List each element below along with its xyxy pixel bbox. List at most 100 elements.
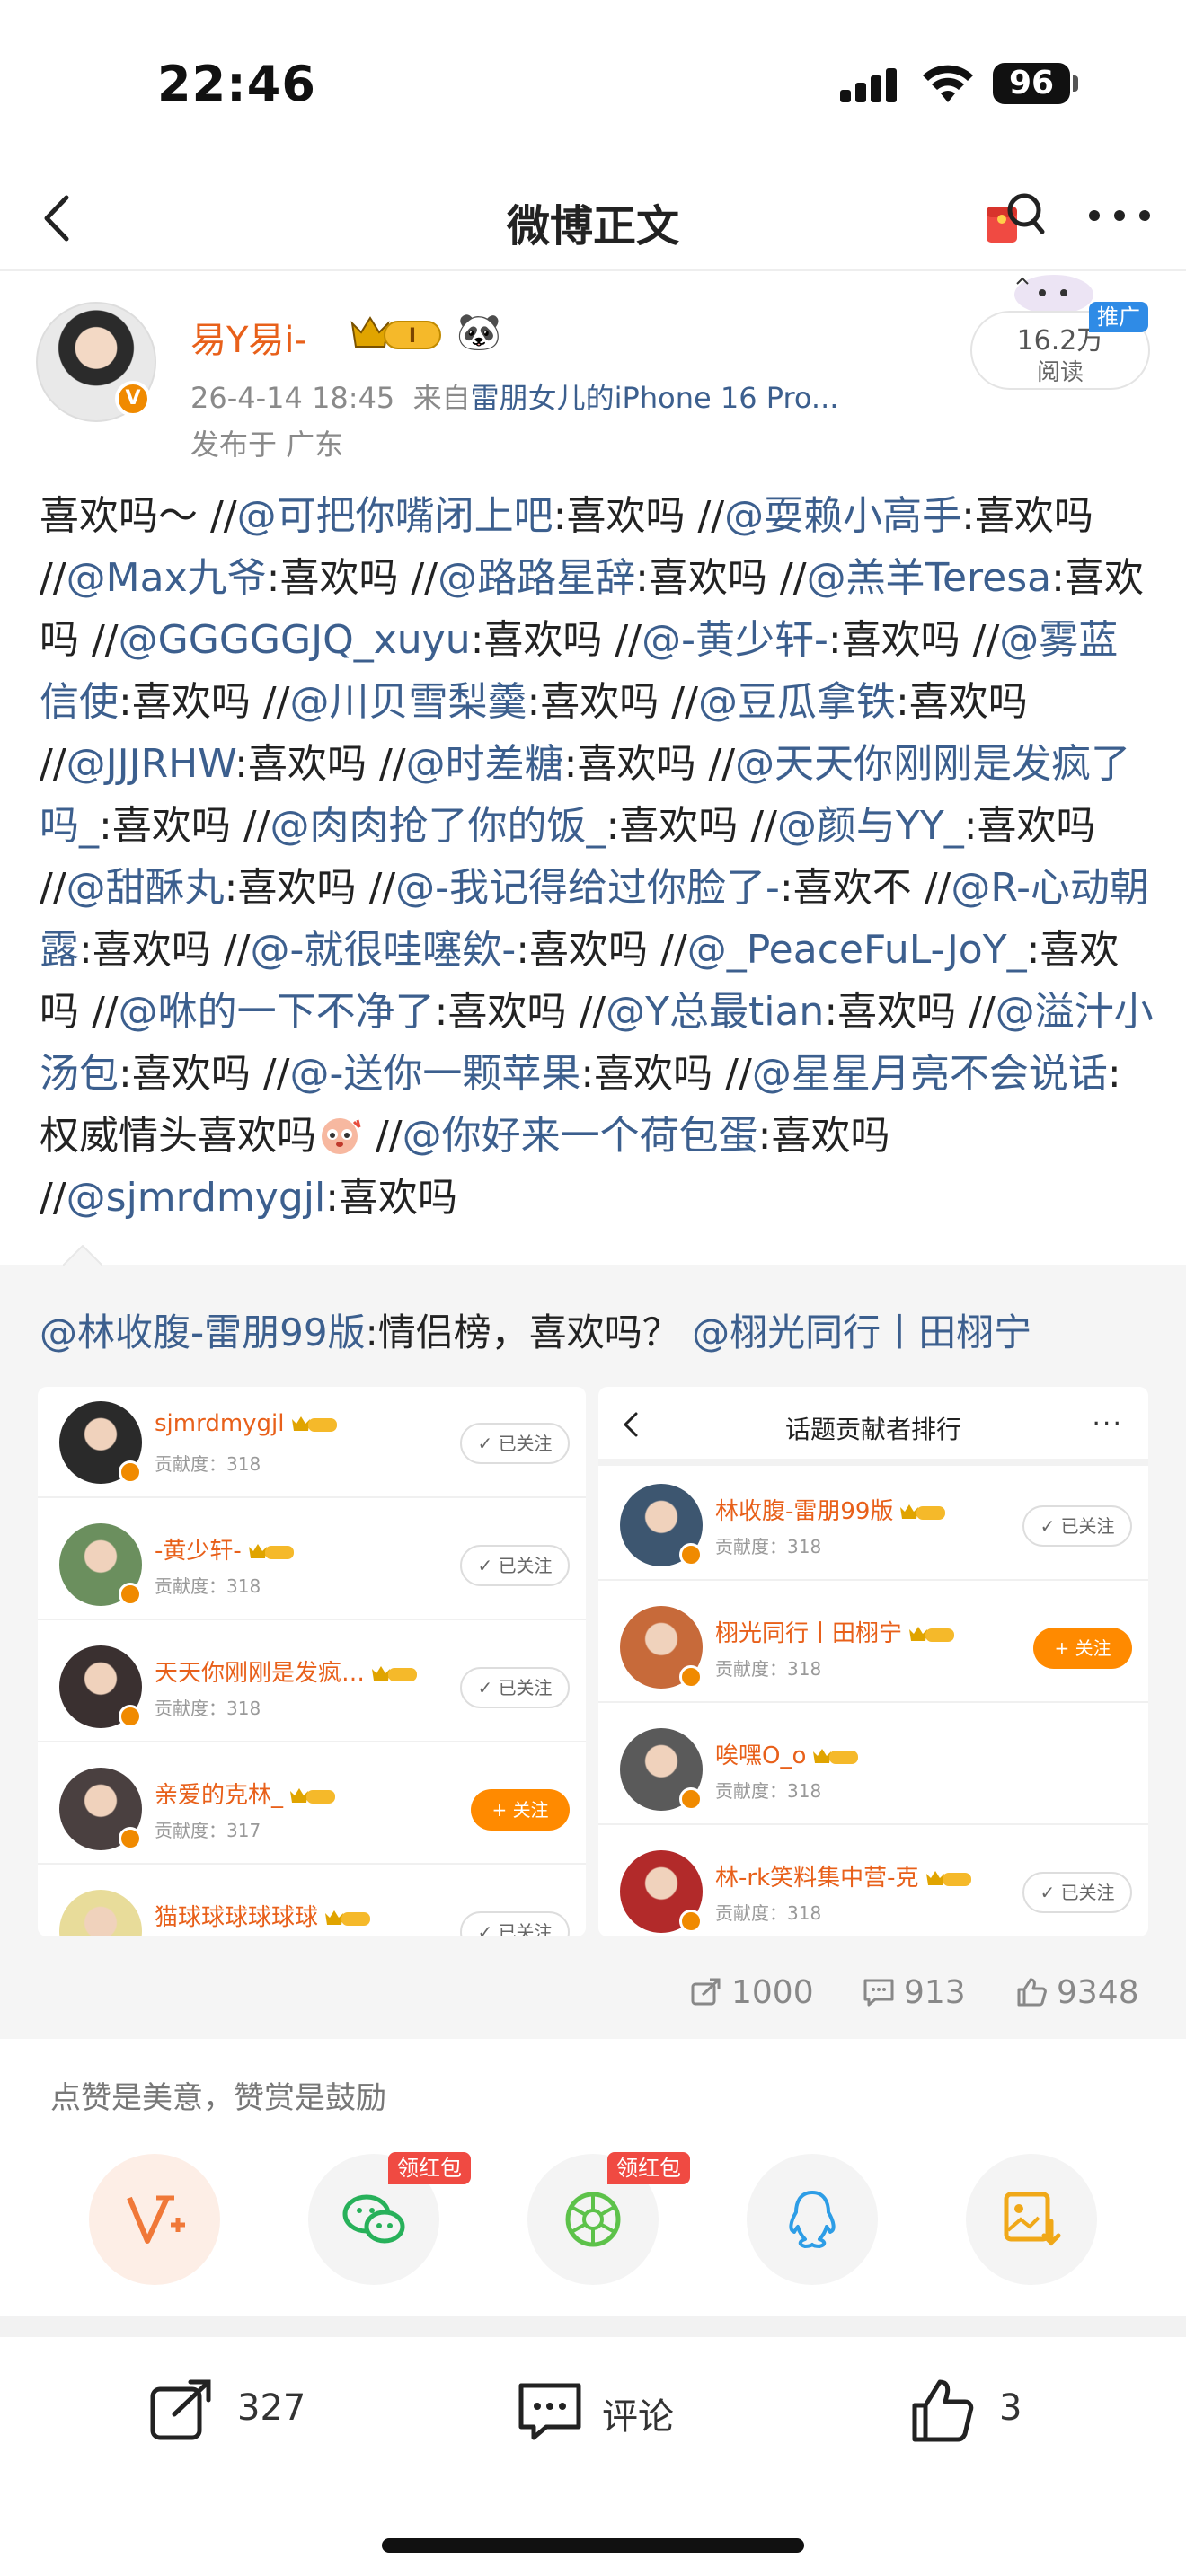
repost-icon bbox=[691, 1978, 721, 2006]
mention-link[interactable]: @-就很哇噻欸- bbox=[250, 927, 516, 973]
share-qq-button[interactable] bbox=[747, 2154, 878, 2285]
mention-link[interactable]: @甜酥丸 bbox=[66, 865, 225, 911]
mention-link[interactable]: @耍赖小高手 bbox=[724, 493, 961, 539]
follow-button-label: 已关注 bbox=[1060, 1882, 1115, 1903]
post-location: 发布于 广东 bbox=[190, 428, 344, 462]
check-icon: ✓ bbox=[477, 1433, 499, 1454]
like-button-count: 3 bbox=[999, 2387, 1022, 2429]
post-text: :喜欢吗 // bbox=[224, 865, 396, 911]
leaderboard-score: 贡献度：318 bbox=[155, 1698, 261, 1719]
post-text: :喜欢吗 // bbox=[516, 927, 687, 973]
followed-button: ✓ 已关注 bbox=[460, 1423, 570, 1464]
bottom-toolbar: 327 评论 3 bbox=[0, 2337, 1186, 2490]
mention-link[interactable]: @-黄少轩- bbox=[642, 617, 828, 663]
moments-hongbao-tag: 领红包 bbox=[607, 2152, 690, 2184]
post-text: :喜欢吗 // bbox=[266, 555, 438, 601]
like-count[interactable]: 9348 bbox=[1015, 1974, 1139, 2011]
leaderboard-name-text: sjmrdmygjl bbox=[155, 1410, 285, 1437]
plus-icon: + bbox=[1054, 1637, 1075, 1659]
post-body: 喜欢吗～ //@可把你嘴闭上吧:喜欢吗 //@耍赖小高手:喜欢吗 //@Max九… bbox=[40, 485, 1154, 1229]
mention-link[interactable]: @豆瓜拿铁 bbox=[698, 679, 896, 725]
repost-count[interactable]: 1000 bbox=[690, 1974, 814, 2011]
leaderboard-name-text: 林收腹-雷朋99版 bbox=[715, 1498, 894, 1525]
repost-count-value: 1000 bbox=[731, 1974, 814, 2011]
wechat-icon bbox=[342, 2194, 405, 2244]
plus-icon: + bbox=[491, 1799, 513, 1821]
repost-mention-2[interactable]: @栩光同行丨田栩宁 bbox=[692, 1310, 1031, 1354]
mention-link[interactable]: @你好来一个荷包蛋 bbox=[403, 1113, 758, 1159]
vip-crown-badge-icon bbox=[813, 1749, 859, 1764]
post-text: :喜欢吗 // bbox=[635, 555, 807, 601]
repost-mention-1[interactable]: @林收腹-雷朋99版 bbox=[40, 1310, 366, 1354]
vip-crown-badge-icon bbox=[372, 1666, 418, 1681]
section-divider bbox=[0, 2316, 1186, 2337]
mention-link[interactable]: @GGGGGJQ_xuyu bbox=[119, 617, 471, 663]
comment-button[interactable]: 评论 bbox=[516, 2373, 713, 2445]
post-datetime: 26-4-14 18:45 bbox=[190, 381, 395, 415]
leaderboard-more-icon: ··· bbox=[1092, 1408, 1123, 1440]
repost-button[interactable]: 327 bbox=[147, 2373, 309, 2445]
save-image-icon bbox=[1004, 2192, 1061, 2246]
comment-icon bbox=[863, 1979, 894, 2007]
vip-crown-badge-icon: I bbox=[350, 316, 441, 349]
comment-count[interactable]: 913 bbox=[863, 1974, 966, 2011]
like-count-value: 9348 bbox=[1057, 1974, 1139, 2011]
leaderboard-score: 贡献度：318 bbox=[715, 1902, 822, 1924]
mention-link[interactable]: @咻的一下不净了 bbox=[119, 989, 435, 1035]
mention-link[interactable]: @肉肉抢了你的饭_ bbox=[270, 803, 606, 849]
post-text: :喜欢吗 // bbox=[235, 741, 406, 787]
mention-link[interactable]: @羔羊Teresa bbox=[807, 555, 1052, 601]
leaderboard-name: 唉嘿O_o bbox=[715, 1737, 862, 1770]
mention-link[interactable]: @路路星辞 bbox=[438, 555, 635, 601]
check-icon: ✓ bbox=[477, 1921, 499, 1936]
author-name[interactable]: 易Y易i- bbox=[190, 311, 307, 363]
home-indicator bbox=[382, 2538, 804, 2553]
post-text: :喜欢吗 // bbox=[828, 617, 1000, 663]
post-text: :喜欢吗 // bbox=[119, 679, 290, 725]
post-source-link[interactable]: 雷朋女儿的iPhone 16 Pro... bbox=[471, 381, 839, 415]
mention-link[interactable]: @星星月亮不会说话 bbox=[752, 1051, 1108, 1097]
comment-count-value: 913 bbox=[904, 1974, 966, 2011]
comment-bubble-icon bbox=[518, 2383, 581, 2440]
like-button[interactable]: 3 bbox=[909, 2373, 1053, 2445]
post-text: :喜欢吗 // bbox=[99, 803, 270, 849]
mention-link[interactable]: @可把你嘴闭上吧 bbox=[237, 493, 553, 539]
mention-link[interactable]: @Y总最tian bbox=[606, 989, 824, 1035]
verified-v-icon: V bbox=[115, 381, 151, 417]
reward-text: 点赞是美意，赞赏是鼓励 bbox=[50, 2080, 386, 2116]
leaderboard-name: -黄少轩- bbox=[155, 1532, 297, 1566]
mention-link[interactable]: @-送你一颗苹果 bbox=[289, 1051, 580, 1097]
status-bar: 22:46 96 bbox=[0, 0, 1186, 171]
post-text: :喜欢吗 // bbox=[434, 989, 606, 1035]
leaderboard-row: 林-rk笑料集中营-克 贡献度：318 ✓ 已关注 bbox=[598, 1836, 1148, 1936]
verified-v-icon bbox=[679, 1665, 703, 1689]
mention-link[interactable]: @sjmrdmygjl bbox=[66, 1175, 326, 1221]
repost-section[interactable]: @林收腹-雷朋99版:情侣榜，喜欢吗？ @栩光同行丨田栩宁 sjmrdmygjl… bbox=[0, 1245, 1186, 2039]
save-image-button[interactable] bbox=[966, 2154, 1097, 2285]
mention-link[interactable]: @颜与YY_ bbox=[777, 803, 964, 849]
red-packet-search-icon[interactable] bbox=[979, 183, 1051, 255]
leaderboard-title: 话题贡献者排行 bbox=[784, 1415, 961, 1444]
mention-link[interactable]: @JJJRHW bbox=[66, 741, 235, 787]
follow-button: + 关注 bbox=[1033, 1628, 1132, 1669]
leaderboard-name: 亲爱的克林_ bbox=[155, 1777, 339, 1810]
source-prefix: 来自 bbox=[412, 381, 471, 415]
followed-button: ✓ 已关注 bbox=[460, 1667, 570, 1708]
leaderboard-row: sjmrdmygjl 贡献度：318 ✓ 已关注 bbox=[38, 1387, 586, 1498]
mention-link[interactable]: @-我记得给过你脸了- bbox=[395, 865, 780, 911]
v-plus-reward-button[interactable] bbox=[89, 2154, 220, 2285]
promo-tag: 推广 bbox=[1089, 302, 1148, 332]
level-badge-text: I bbox=[409, 325, 416, 348]
mention-link[interactable]: @Max九爷 bbox=[66, 555, 267, 601]
vip-crown-badge-icon bbox=[325, 1910, 371, 1926]
mention-link[interactable]: @时差糖 bbox=[406, 741, 564, 787]
vip-crown-badge-icon bbox=[291, 1416, 337, 1432]
thumbs-up-icon bbox=[912, 2379, 974, 2442]
mention-link[interactable]: @川贝雪梨羹 bbox=[289, 679, 527, 725]
check-icon: ✓ bbox=[477, 1677, 499, 1698]
more-options-icon[interactable] bbox=[1085, 198, 1154, 234]
leaderboard-image-right[interactable]: 话题贡献者排行 ··· 林收腹-雷朋99版 贡献度：318 ✓ 已关注 栩光同行丨田栩… bbox=[598, 1387, 1148, 1936]
leaderboard-image-left[interactable]: sjmrdmygjl 贡献度：318 ✓ 已关注 -黄少轩- 贡献度：318 ✓ 已关注天… bbox=[38, 1387, 586, 1936]
mention-link[interactable]: @_PeaceFuL-JoY_ bbox=[687, 927, 1027, 973]
verified-v-icon bbox=[679, 1910, 703, 1933]
